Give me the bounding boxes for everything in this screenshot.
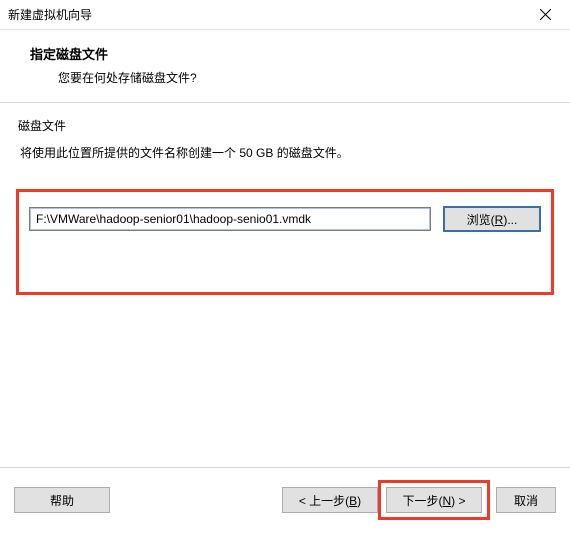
disk-path-input[interactable]	[29, 207, 431, 231]
browse-label-post: )...	[503, 213, 517, 227]
path-row: 浏览(R)...	[29, 206, 541, 232]
cancel-button[interactable]: 取消	[496, 487, 556, 513]
browse-label-pre: 浏览(	[467, 213, 495, 227]
footer: 帮助 < 上一步(B) 下一步(N) > 取消	[0, 467, 570, 534]
page-subtitle: 您要在何处存储磁盘文件?	[58, 69, 546, 86]
next-button[interactable]: 下一步(N) >	[386, 487, 482, 513]
disk-file-group-label: 磁盘文件	[18, 117, 552, 134]
back-label-pre: < 上一步(	[299, 494, 349, 508]
back-label-key: B	[349, 494, 357, 508]
next-label-key: N	[442, 494, 451, 508]
next-label-pre: 下一步(	[402, 494, 442, 508]
back-button[interactable]: < 上一步(B)	[282, 487, 378, 513]
help-button[interactable]: 帮助	[14, 487, 110, 513]
browse-button[interactable]: 浏览(R)...	[443, 206, 541, 232]
close-button[interactable]	[523, 1, 568, 29]
close-icon	[540, 9, 551, 20]
content-area: 磁盘文件 将使用此位置所提供的文件名称创建一个 50 GB 的磁盘文件。 浏览(…	[0, 103, 570, 295]
next-highlight-box: 下一步(N) >	[378, 480, 490, 520]
back-label-post: )	[357, 494, 361, 508]
page-title: 指定磁盘文件	[30, 44, 546, 63]
titlebar: 新建虚拟机向导	[0, 0, 570, 30]
window-title: 新建虚拟机向导	[8, 6, 92, 23]
path-highlight-box: 浏览(R)...	[16, 189, 554, 295]
wizard-header: 指定磁盘文件 您要在何处存储磁盘文件?	[0, 30, 570, 102]
disk-file-description: 将使用此位置所提供的文件名称创建一个 50 GB 的磁盘文件。	[20, 144, 552, 161]
next-label-post: ) >	[451, 494, 465, 508]
